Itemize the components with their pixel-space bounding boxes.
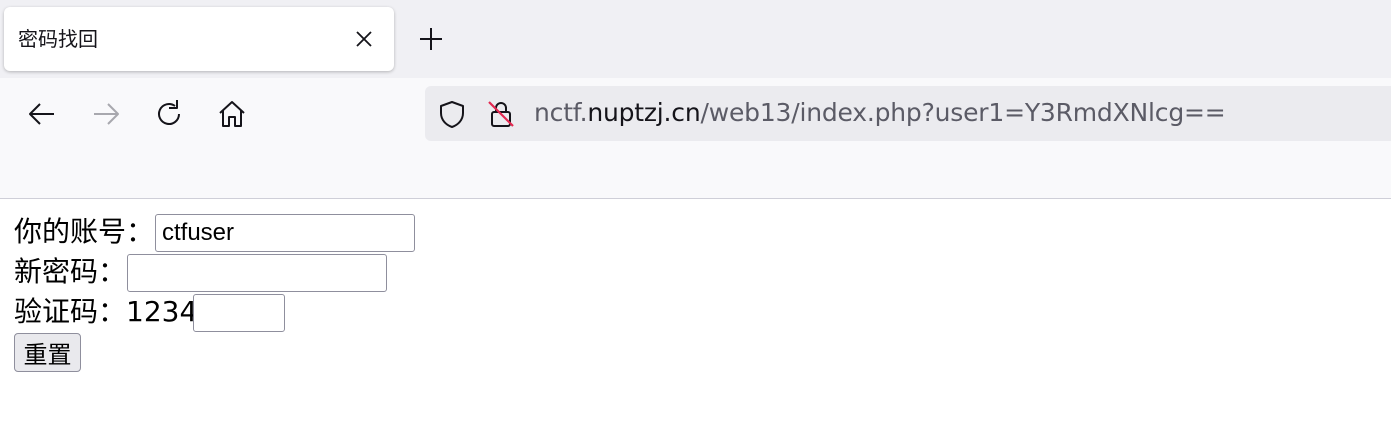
captcha-row: 验证码：1234 <box>14 295 197 329</box>
url-prefix: nctf. <box>534 98 588 127</box>
url-text[interactable]: nctf.nuptzj.cn/web13/index.php?user1=Y3R… <box>534 97 1226 129</box>
account-row: 你的账号： <box>14 215 154 249</box>
url-host: nuptzj.cn <box>587 98 701 127</box>
shield-icon[interactable] <box>437 99 467 129</box>
insecure-lock-icon[interactable] <box>486 99 516 129</box>
browser-chrome: 密码找回 nctf.nuptzj.cn/web13/index.php?user… <box>0 0 1391 199</box>
new-password-label: 新密码： <box>14 255 127 288</box>
account-field[interactable] <box>155 214 415 252</box>
tab-strip: 密码找回 <box>0 0 1391 78</box>
url-path: /web13/index.php?user1=Y3RmdXNlcg== <box>700 98 1226 127</box>
page-content: 你的账号： 新密码： 验证码：1234 重置 <box>0 199 1391 448</box>
account-label: 你的账号： <box>14 215 155 248</box>
tab-active[interactable]: 密码找回 <box>4 7 394 71</box>
plus-icon[interactable] <box>416 24 446 54</box>
reload-icon[interactable] <box>153 98 185 130</box>
arrow-right-icon[interactable] <box>90 98 122 130</box>
captcha-code: 1234 <box>126 295 198 328</box>
new-password-field[interactable] <box>127 254 387 292</box>
url-bar[interactable]: nctf.nuptzj.cn/web13/index.php?user1=Y3R… <box>425 86 1391 141</box>
home-icon[interactable] <box>216 98 248 130</box>
new-password-row: 新密码： <box>14 255 126 289</box>
close-icon[interactable] <box>352 27 376 51</box>
captcha-field[interactable] <box>193 294 285 332</box>
reset-button[interactable]: 重置 <box>14 333 81 372</box>
tab-title: 密码找回 <box>18 27 98 51</box>
captcha-label: 验证码： <box>14 295 127 328</box>
arrow-left-icon[interactable] <box>26 98 58 130</box>
